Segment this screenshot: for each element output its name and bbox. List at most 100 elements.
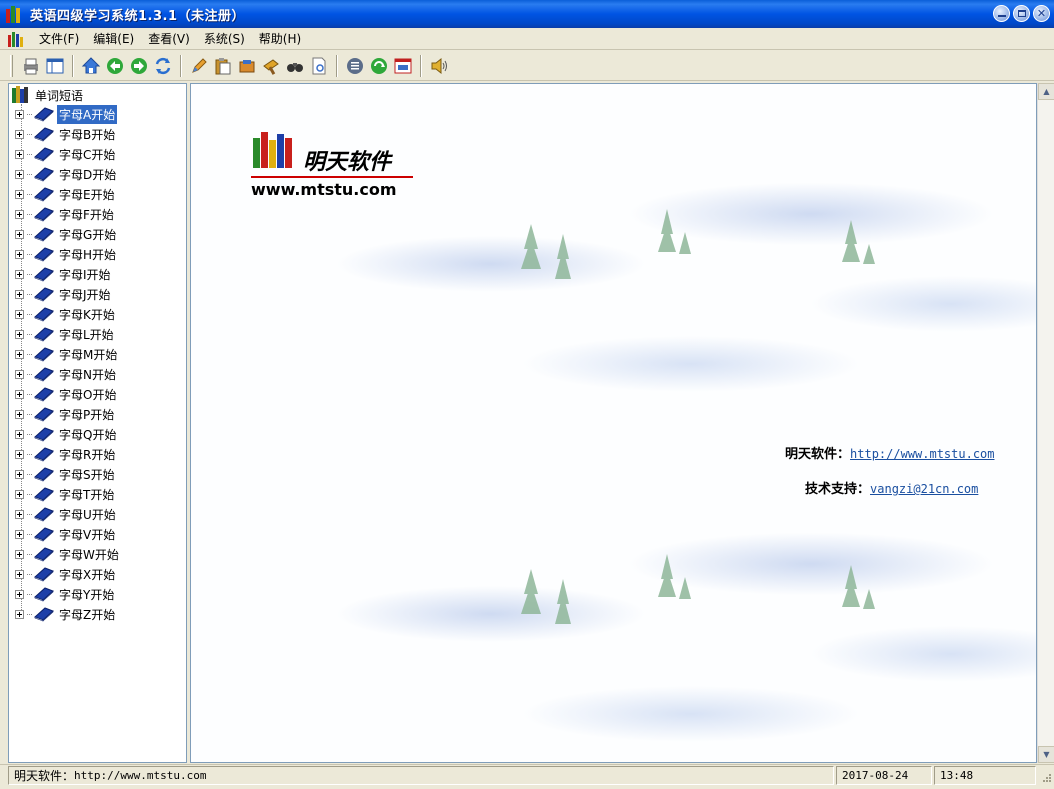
menu-system[interactable]: 系统(S) [197, 29, 252, 49]
close-button[interactable]: ✕ [1033, 5, 1050, 22]
tree-item[interactable]: 字母S开始 [15, 464, 117, 484]
print-button[interactable] [19, 54, 43, 78]
tree-item[interactable]: 字母H开始 [15, 244, 118, 264]
tree-item[interactable]: 字母T开始 [15, 484, 116, 504]
layout-button[interactable] [43, 54, 67, 78]
list-button[interactable] [343, 54, 367, 78]
tree-item[interactable]: 字母W开始 [15, 544, 121, 564]
menu-edit[interactable]: 编辑(E) [86, 29, 141, 49]
website-link[interactable]: http://www.mtstu.com [850, 447, 995, 461]
speaker-button[interactable] [427, 54, 451, 78]
scroll-up-arrow-icon[interactable]: ▲ [1038, 83, 1054, 100]
menu-view[interactable]: 查看(V) [141, 29, 197, 49]
expand-plus-icon[interactable] [15, 449, 24, 459]
expand-plus-icon[interactable] [15, 289, 24, 299]
expand-plus-icon[interactable] [15, 469, 24, 479]
tree-item[interactable]: 字母P开始 [15, 404, 116, 424]
expand-plus-icon[interactable] [15, 509, 24, 519]
expand-plus-icon[interactable] [15, 209, 24, 219]
forward-button[interactable] [127, 54, 151, 78]
tree-item[interactable]: 字母M开始 [15, 344, 119, 364]
edit-button[interactable] [187, 54, 211, 78]
cut-button[interactable] [235, 54, 259, 78]
expand-plus-icon[interactable] [15, 589, 24, 599]
logo-name: 明天软件 [303, 149, 392, 175]
tree-item-label: 字母C开始 [59, 147, 116, 162]
website-label: 明天软件： [785, 447, 851, 462]
refresh-button[interactable] [151, 54, 175, 78]
expand-plus-icon[interactable] [15, 489, 24, 499]
expand-plus-icon[interactable] [15, 169, 24, 179]
expand-plus-icon[interactable] [15, 149, 24, 159]
expand-plus-icon[interactable] [15, 429, 24, 439]
menu-help[interactable]: 帮助(H) [252, 29, 308, 49]
app-books-icon[interactable] [6, 5, 24, 23]
tree-item[interactable]: 字母Q开始 [15, 424, 118, 444]
expand-plus-icon[interactable] [15, 249, 24, 259]
toolbar-grip[interactable] [10, 54, 13, 77]
tree-item[interactable]: 字母E开始 [15, 184, 117, 204]
support-label: 技术支持： [805, 482, 871, 497]
expand-plus-icon[interactable] [15, 229, 24, 239]
paste-button[interactable] [211, 54, 235, 78]
tree-item[interactable]: 字母R开始 [15, 444, 117, 464]
tree-item[interactable]: 字母N开始 [15, 364, 118, 384]
scroll-down-arrow-icon[interactable]: ▼ [1038, 746, 1054, 763]
tree-item[interactable]: 字母U开始 [15, 504, 118, 524]
tree-item[interactable]: 字母Z开始 [15, 604, 117, 624]
expand-plus-icon[interactable] [15, 309, 24, 319]
expand-plus-icon[interactable] [15, 389, 24, 399]
expand-plus-icon[interactable] [15, 529, 24, 539]
expand-plus-icon[interactable] [15, 109, 24, 119]
vertical-scrollbar[interactable]: ▲ ▼ [1037, 83, 1054, 763]
support-email-link[interactable]: vangzi@21cn.com [870, 482, 978, 496]
back-button[interactable] [103, 54, 127, 78]
menu-bar: 文件(F) 编辑(E) 查看(V) 系统(S) 帮助(H) [0, 28, 1054, 50]
tree-item-label: 字母K开始 [59, 307, 115, 322]
support-info: 技术支持： vangzi@21cn.com [805, 478, 978, 497]
find-button[interactable] [283, 54, 307, 78]
tree-item[interactable]: 字母F开始 [15, 204, 116, 224]
expand-plus-icon[interactable] [15, 409, 24, 419]
tree-item[interactable]: 字母B开始 [15, 124, 117, 144]
expand-plus-icon[interactable] [15, 129, 24, 139]
home-button[interactable] [79, 54, 103, 78]
tree-item[interactable]: 字母X开始 [15, 564, 117, 584]
expand-plus-icon[interactable] [15, 349, 24, 359]
menu-file[interactable]: 文件(F) [32, 29, 86, 49]
expand-plus-icon[interactable] [15, 569, 24, 579]
tree-connector [27, 333, 32, 335]
tree-root[interactable]: 单词短语 [11, 85, 83, 105]
book-icon [34, 347, 54, 362]
minimize-button[interactable] [993, 5, 1010, 22]
tree-item[interactable]: 字母O开始 [15, 384, 118, 404]
recycle-button[interactable] [367, 54, 391, 78]
tree-item[interactable]: 字母V开始 [15, 524, 117, 544]
app-menu-icon[interactable] [8, 31, 24, 47]
document-button[interactable] [307, 54, 331, 78]
tools-button[interactable] [259, 54, 283, 78]
book-icon [34, 307, 54, 322]
tree-item[interactable]: 字母L开始 [15, 324, 116, 344]
expand-plus-icon[interactable] [15, 549, 24, 559]
tree-item[interactable]: 字母C开始 [15, 144, 117, 164]
toolbar-separator [180, 54, 182, 77]
expand-plus-icon[interactable] [15, 189, 24, 199]
tree-item[interactable]: 字母G开始 [15, 224, 118, 244]
tree-item[interactable]: 字母K开始 [15, 304, 117, 324]
home-icon [81, 56, 101, 73]
tree-item[interactable]: 字母Y开始 [15, 584, 116, 604]
window-button[interactable] [391, 54, 415, 78]
resize-grip-icon[interactable] [1040, 773, 1052, 785]
tree-item[interactable]: 字母A开始 [15, 103, 119, 125]
expand-plus-icon[interactable] [15, 269, 24, 279]
tree-item[interactable]: 字母I开始 [15, 264, 113, 284]
expand-plus-icon[interactable] [15, 369, 24, 379]
tree-item[interactable]: 字母J开始 [15, 284, 113, 304]
restore-button[interactable] [1013, 5, 1030, 22]
tree-item[interactable]: 字母D开始 [15, 164, 118, 184]
expand-plus-icon[interactable] [15, 609, 24, 619]
expand-plus-icon[interactable] [15, 329, 24, 339]
word-tree-panel[interactable]: 单词短语 字母A开始 字母B开始字母C开始字母D开始 字母E开始 字母F开始 字母G开始… [8, 83, 187, 763]
book-icon [34, 167, 54, 182]
